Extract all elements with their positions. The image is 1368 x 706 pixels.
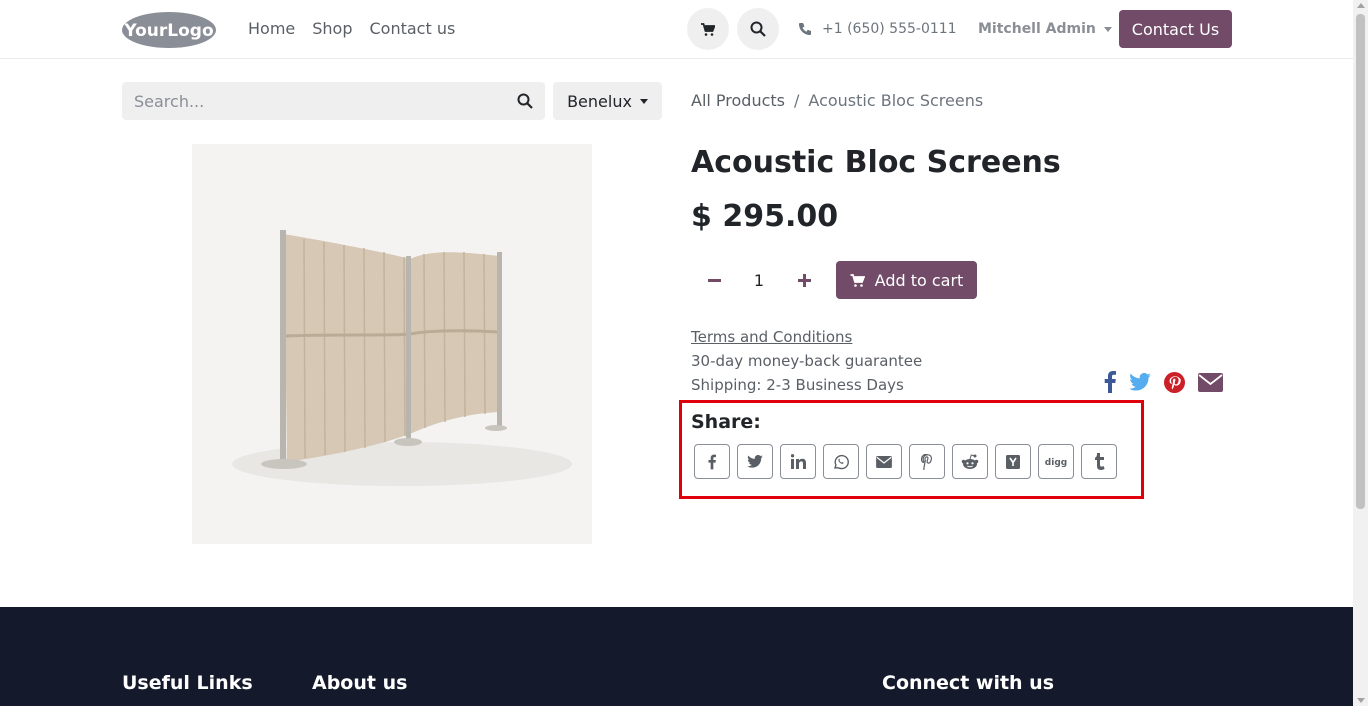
- pinterest-icon: [921, 453, 933, 470]
- logo[interactable]: YourLogo: [122, 12, 216, 48]
- share-buttons: digg: [694, 444, 1117, 479]
- phone-link[interactable]: +1 (650) 555-0111: [798, 21, 957, 37]
- site-header: YourLogo Home Shop Contact us +1 (650) 5…: [0, 0, 1353, 59]
- add-to-cart-button[interactable]: Add to cart: [836, 261, 977, 299]
- svg-text:digg: digg: [1045, 458, 1067, 468]
- pinterest-icon[interactable]: [1164, 371, 1185, 393]
- phone-icon: [799, 23, 811, 35]
- product-search: [122, 82, 545, 120]
- reddit-icon: [961, 453, 979, 469]
- page-scrollbar[interactable]: [1353, 0, 1368, 706]
- share-facebook-button[interactable]: [694, 444, 730, 479]
- user-name: Mitchell Admin: [978, 21, 1096, 37]
- share-pinterest-button[interactable]: [909, 444, 945, 479]
- cart-icon: [850, 273, 865, 287]
- footer-connect-heading: Connect with us: [882, 672, 1055, 694]
- hacker-news-icon: [1006, 454, 1020, 469]
- decrease-quantity-button[interactable]: [692, 262, 736, 298]
- envelope-icon[interactable]: [1198, 372, 1223, 392]
- twitter-icon: [747, 455, 763, 468]
- facebook-icon: [708, 454, 716, 469]
- share-label: Share:: [691, 411, 761, 433]
- breadcrumb-current: Acoustic Bloc Screens: [808, 91, 984, 110]
- nav-home[interactable]: Home: [248, 19, 295, 38]
- product-image[interactable]: [192, 144, 592, 544]
- search-icon[interactable]: [517, 93, 533, 109]
- share-reddit-button[interactable]: [952, 444, 988, 479]
- quantity-input[interactable]: 1: [736, 271, 782, 290]
- share-linkedin-button[interactable]: [780, 444, 816, 479]
- guarantee-text: 30-day money-back guarantee: [691, 352, 923, 370]
- shipping-text: Shipping: 2-3 Business Days: [691, 376, 904, 394]
- nav-shop[interactable]: Shop: [312, 19, 352, 38]
- cart-button[interactable]: [687, 8, 729, 50]
- pricelist-dropdown[interactable]: Benelux: [553, 82, 662, 120]
- terms-link[interactable]: Terms and Conditions: [691, 325, 922, 349]
- quantity-stepper: 1: [692, 262, 826, 298]
- add-to-cart-label: Add to cart: [874, 270, 964, 290]
- chevron-down-icon: [1103, 26, 1112, 32]
- footer-about-us-heading: About us: [312, 672, 408, 694]
- scrollbar-thumb[interactable]: [1356, 14, 1365, 509]
- plus-icon: [797, 273, 811, 287]
- digg-icon: digg: [1045, 458, 1067, 468]
- search-input[interactable]: [134, 91, 517, 111]
- minus-icon: [707, 278, 721, 282]
- facebook-icon[interactable]: [1104, 371, 1116, 393]
- product-title: Acoustic Bloc Screens: [691, 145, 1061, 180]
- scroll-up-arrow-icon[interactable]: [1357, 3, 1365, 8]
- breadcrumb-separator: /: [794, 91, 800, 110]
- breadcrumb-all-products[interactable]: All Products: [691, 91, 785, 110]
- contact-us-button[interactable]: Contact Us: [1119, 10, 1232, 48]
- breadcrumb: All Products / Acoustic Bloc Screens: [691, 91, 983, 110]
- share-digg-button[interactable]: digg: [1038, 444, 1074, 479]
- product-info: Terms and Conditions 30-day money-back g…: [691, 325, 922, 397]
- chevron-down-icon: [639, 98, 648, 104]
- product-price: $ 295.00: [691, 199, 839, 234]
- footer-useful-links-heading: Useful Links: [122, 672, 253, 694]
- linkedin-icon: [790, 454, 806, 469]
- share-whatsapp-button[interactable]: [823, 444, 859, 479]
- share-twitter-button[interactable]: [737, 444, 773, 479]
- twitter-icon[interactable]: [1129, 373, 1151, 391]
- tumblr-icon: [1094, 453, 1105, 470]
- search-icon: [750, 21, 766, 37]
- envelope-icon: [876, 455, 892, 468]
- nav-contact[interactable]: Contact us: [370, 19, 456, 38]
- search-toggle-button[interactable]: [737, 8, 779, 50]
- whatsapp-icon: [834, 454, 849, 469]
- pricelist-value: Benelux: [567, 91, 632, 111]
- social-links: [1104, 371, 1223, 393]
- scroll-down-arrow-icon[interactable]: [1357, 698, 1365, 703]
- phone-number: +1 (650) 555-0111: [822, 21, 957, 37]
- user-menu[interactable]: Mitchell Admin: [978, 21, 1112, 37]
- acoustic-screen-illustration: [232, 230, 572, 486]
- main-nav: Home Shop Contact us: [248, 19, 455, 38]
- increase-quantity-button[interactable]: [782, 262, 826, 298]
- share-hacker-news-button[interactable]: [995, 444, 1031, 479]
- share-email-button[interactable]: [866, 444, 902, 479]
- share-tumblr-button[interactable]: [1081, 444, 1117, 479]
- logo-text: YourLogo: [123, 21, 213, 41]
- cart-icon: [701, 22, 715, 36]
